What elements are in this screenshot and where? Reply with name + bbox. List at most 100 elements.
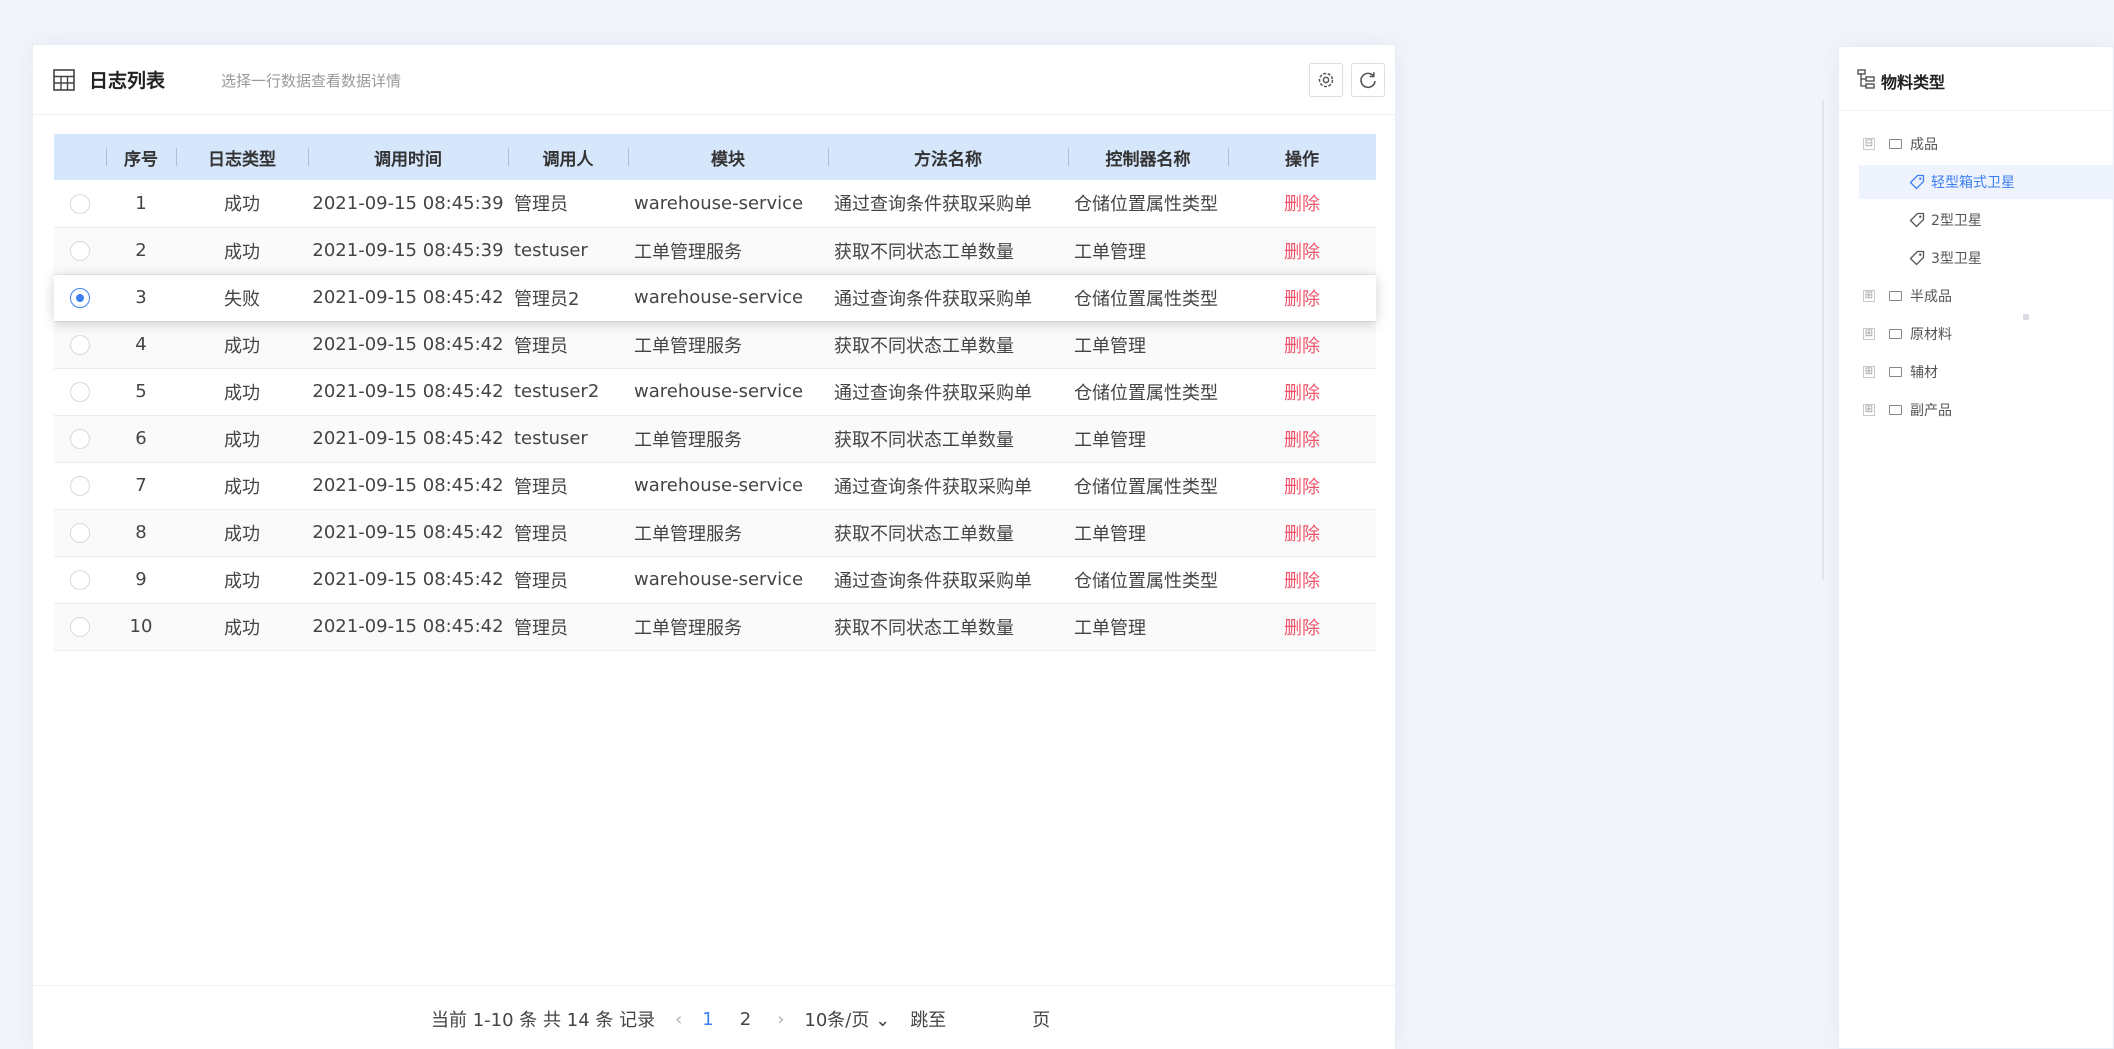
cell-call-time: 2021-09-15 08:45:42	[312, 616, 504, 637]
row-radio[interactable]	[70, 523, 90, 543]
row-radio[interactable]	[70, 570, 90, 590]
tag-icon	[1909, 174, 1925, 190]
row-radio[interactable]	[70, 335, 90, 355]
column-header[interactable]: 操作	[1228, 134, 1376, 180]
cell-call-time: 2021-09-15 08:45:42	[312, 428, 504, 449]
splitter[interactable]	[1822, 100, 1824, 580]
cell-method: 通过查询条件获取采购单	[834, 288, 1032, 310]
table-row[interactable]: 1 成功 2021-09-15 08:45:39 管理员 warehouse-servi…	[54, 180, 1376, 227]
expand-toggle-icon[interactable]: ⊞	[1863, 404, 1875, 416]
table-row[interactable]: 3 失败 2021-09-15 08:45:42 管理员2 warehouse-serv…	[54, 274, 1376, 321]
cell-method: 获取不同状态工单数量	[834, 241, 1014, 263]
table-row[interactable]: 7 成功 2021-09-15 08:45:42 管理员 warehouse-servi…	[54, 462, 1376, 509]
table-row[interactable]: 2 成功 2021-09-15 08:45:39 testuser 工单管理服务 获取不同…	[54, 227, 1376, 274]
cell-caller: testuser	[514, 428, 588, 449]
row-radio-cell[interactable]	[54, 227, 106, 274]
tree-node[interactable]: ⊞ 原材料	[1863, 317, 1952, 351]
jump-suffix: 页	[1032, 1010, 1051, 1031]
table-header-row: 序号 日志类型 调用时间 调用人 模块 方法名称 控制器名称 操作	[54, 134, 1376, 180]
row-radio[interactable]	[70, 288, 90, 308]
row-radio[interactable]	[70, 617, 90, 637]
delete-link[interactable]: 删除	[1228, 415, 1376, 462]
cell-log-type: 成功	[224, 335, 260, 357]
cell-method: 获取不同状态工单数量	[834, 335, 1014, 357]
tree-node[interactable]: ⊟ 成品	[1863, 127, 1938, 161]
column-header[interactable]: 调用人	[508, 134, 628, 180]
expand-toggle-icon[interactable]: ⊟	[1863, 138, 1875, 150]
folder-icon	[1889, 405, 1902, 415]
jump-page-input[interactable]	[966, 1006, 1019, 1032]
page-button-1[interactable]: 1	[702, 1009, 713, 1030]
cell-method: 通过查询条件获取采购单	[834, 570, 1032, 592]
table-row[interactable]: 6 成功 2021-09-15 08:45:42 testuser 工单管理服务 获取不同…	[54, 415, 1376, 462]
table-icon	[53, 69, 75, 91]
delete-link[interactable]: 删除	[1228, 462, 1376, 509]
cell-call-time: 2021-09-15 08:45:42	[312, 287, 504, 308]
tree-node[interactable]: 轻型箱式卫星	[1859, 165, 2114, 199]
cell-module: warehouse-service	[634, 287, 804, 308]
row-radio[interactable]	[70, 241, 90, 261]
cell-module: 工单管理服务	[634, 523, 742, 545]
table-row[interactable]: 5 成功 2021-09-15 08:45:42 testuser2 warehouse…	[54, 368, 1376, 415]
row-radio-cell[interactable]	[54, 603, 106, 650]
table-row[interactable]: 4 成功 2021-09-15 08:45:42 管理员 工单管理服务 获取不同状态工单数…	[54, 321, 1376, 368]
cell-no: 10	[129, 616, 153, 637]
column-header[interactable]: 日志类型	[176, 134, 308, 180]
delete-link[interactable]: 删除	[1228, 274, 1376, 321]
column-header[interactable]: 模块	[628, 134, 828, 180]
delete-link[interactable]: 删除	[1228, 509, 1376, 556]
row-radio[interactable]	[70, 382, 90, 402]
tree-node[interactable]: 3型卫星	[1909, 241, 1982, 275]
row-radio-cell[interactable]	[54, 556, 106, 603]
settings-button[interactable]	[1309, 63, 1343, 97]
cell-log-type: 失败	[224, 288, 260, 310]
delete-link[interactable]: 删除	[1228, 180, 1376, 227]
row-radio-cell[interactable]	[54, 415, 106, 462]
expand-toggle-icon[interactable]: ⊞	[1863, 328, 1875, 340]
expand-toggle-icon[interactable]: ⊞	[1863, 290, 1875, 302]
page-subtitle: 选择一行数据查看数据详情	[221, 72, 402, 90]
row-radio-cell[interactable]	[54, 462, 106, 509]
material-type-card: 物料类型 ⊟ 成品 轻型箱式卫星 2型卫星 3型卫星 ⊞ 半成品 ⊞ 原材料 ⊞ 辅材 ⊞ 副产品	[1838, 46, 2114, 1049]
table-row[interactable]: 8 成功 2021-09-15 08:45:42 管理员 工单管理服务 获取不同状态工单数…	[54, 509, 1376, 556]
delete-link[interactable]: 删除	[1228, 556, 1376, 603]
column-header[interactable]: 序号	[106, 134, 176, 180]
table-row[interactable]: 10 成功 2021-09-15 08:45:42 管理员 工单管理服务 获取不同状态工单…	[54, 603, 1376, 650]
row-radio[interactable]	[70, 429, 90, 449]
row-radio-cell[interactable]	[54, 274, 106, 321]
delete-link[interactable]: 删除	[1228, 368, 1376, 415]
column-header[interactable]: 调用时间	[308, 134, 508, 180]
row-radio-cell[interactable]	[54, 180, 106, 227]
tree-node[interactable]: 2型卫星	[1909, 203, 1982, 237]
delete-link[interactable]: 删除	[1228, 321, 1376, 368]
page-size-select[interactable]: 10条/页 ⌄	[804, 1006, 890, 1032]
tag-icon	[1909, 250, 1925, 266]
scroll-handle[interactable]	[2023, 314, 2029, 320]
row-radio-cell[interactable]	[54, 368, 106, 415]
column-header[interactable]: 控制器名称	[1068, 134, 1228, 180]
delete-link[interactable]: 删除	[1228, 227, 1376, 274]
tree-node[interactable]: ⊞ 半成品	[1863, 279, 1952, 313]
next-page-button[interactable]: ›	[777, 1009, 784, 1030]
tag-icon	[1909, 212, 1925, 228]
cell-no: 7	[135, 475, 147, 496]
row-radio-cell[interactable]	[54, 321, 106, 368]
cell-caller: 管理员	[514, 476, 568, 498]
delete-link[interactable]: 删除	[1228, 603, 1376, 650]
tree-node-label: 轻型箱式卫星	[1931, 175, 2015, 191]
prev-page-button[interactable]: ‹	[675, 1009, 682, 1030]
row-radio[interactable]	[70, 193, 90, 214]
tree-node[interactable]: ⊞ 副产品	[1863, 393, 1952, 427]
refresh-button[interactable]	[1351, 63, 1385, 97]
table-row[interactable]: 9 成功 2021-09-15 08:45:42 管理员 warehouse-servi…	[54, 556, 1376, 603]
tree-node[interactable]: ⊞ 辅材	[1863, 355, 1938, 389]
column-header[interactable]: 方法名称	[828, 134, 1068, 180]
cell-method: 获取不同状态工单数量	[834, 617, 1014, 639]
cell-no: 2	[135, 240, 147, 261]
row-radio[interactable]	[70, 476, 90, 496]
page-button-2[interactable]: 2	[740, 1009, 751, 1030]
row-radio-cell[interactable]	[54, 509, 106, 556]
cell-controller: 仓储位置属性类型	[1074, 382, 1218, 404]
cell-log-type: 成功	[224, 241, 260, 263]
expand-toggle-icon[interactable]: ⊞	[1863, 366, 1875, 378]
